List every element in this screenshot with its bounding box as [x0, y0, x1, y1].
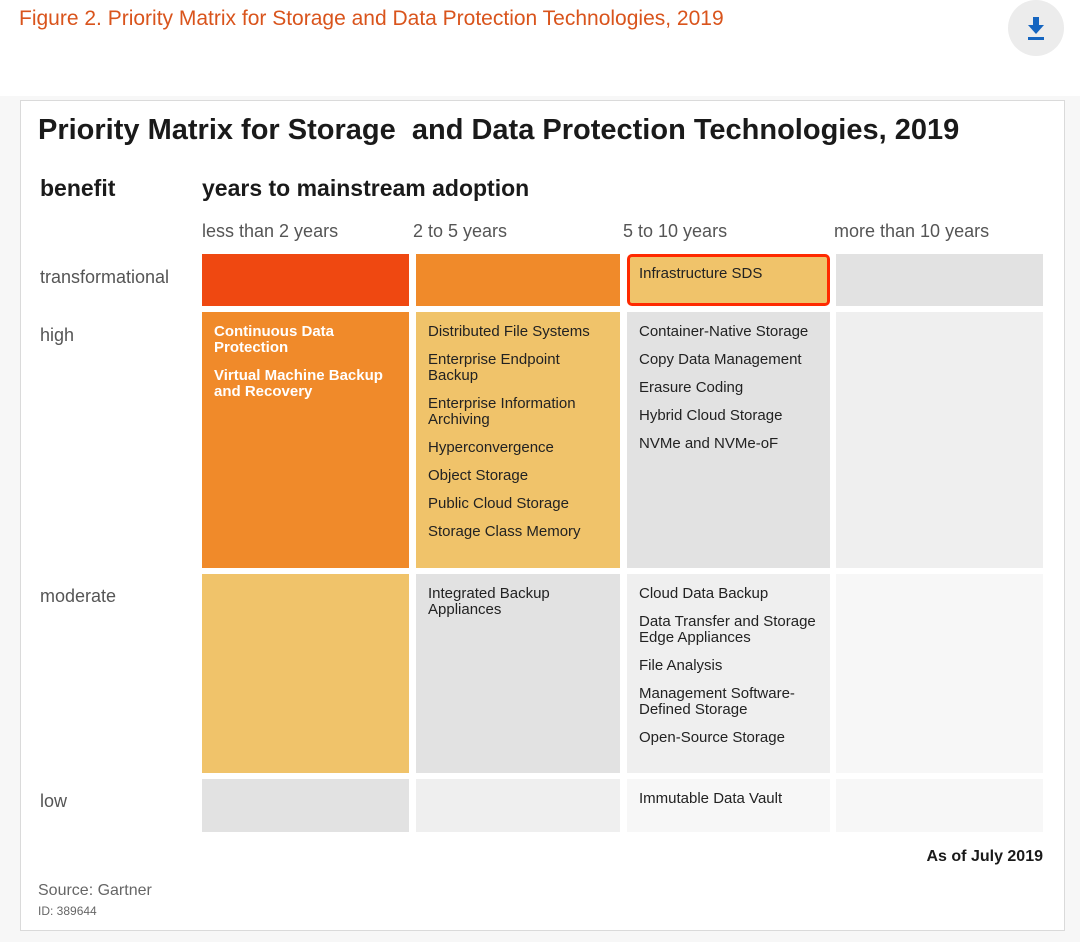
document-id: ID: 389644	[38, 904, 97, 918]
as-of-date: As of July 2019	[926, 848, 1044, 865]
column-header: more than 10 years	[834, 221, 990, 241]
technology-item: Virtual Machine Backup and Recovery	[214, 367, 383, 400]
benefit-axis-label: benefit	[40, 175, 116, 201]
technology-item: Public Cloud Storage	[428, 495, 569, 512]
column-header: 5 to 10 years	[623, 221, 728, 241]
technology-item: Copy Data Management	[639, 351, 802, 368]
technology-item: Enterprise Information Archiving	[428, 395, 576, 428]
technology-item: Distributed File Systems	[428, 323, 590, 340]
matrix-cell-high-3	[836, 312, 1043, 568]
technology-item: Container-Native Storage	[639, 323, 809, 340]
technology-item: Open-Source Storage	[639, 729, 785, 746]
matrix-cell-low-1	[416, 779, 620, 832]
technology-item: Object Storage	[428, 467, 529, 484]
matrix-cell-low-2: Immutable Data Vault	[627, 779, 830, 832]
matrix-title: Priority Matrix for Storage and Data Pro…	[38, 114, 960, 146]
matrix-cell-high-0: Continuous Data Protection Virtual Machin…	[202, 312, 409, 568]
technology-item: Cloud Data Backup	[639, 585, 769, 602]
technology-item: Hyperconvergence	[428, 439, 554, 456]
technology-item: Infrastructure SDS	[639, 265, 763, 282]
figure-title: Figure 2. Priority Matrix for Storage an…	[19, 7, 724, 30]
technology-item: Storage Class Memory	[428, 523, 581, 540]
source-label: Source: Gartner	[38, 882, 152, 899]
technology-item: NVMe and NVMe-oF	[639, 435, 779, 452]
column-header: 2 to 5 years	[413, 221, 508, 241]
row-header: transformational	[40, 267, 170, 287]
matrix-cell-low-0	[202, 779, 409, 832]
matrix-cell-transformational-2: Infrastructure SDS	[627, 254, 830, 306]
adoption-axis-label: years to mainstream adoption	[202, 175, 530, 201]
matrix-cell-moderate-1: Integrated Backup Appliances	[416, 574, 620, 773]
technology-item: Management Software-Defined Storage	[639, 685, 795, 718]
technology-item: Immutable Data Vault	[639, 790, 783, 807]
technology-item: Data Transfer and Storage Edge Appliance…	[639, 613, 816, 646]
matrix-cell-moderate-0	[202, 574, 409, 773]
technology-item: Continuous Data Protection	[214, 323, 334, 356]
matrix-cell-high-2: Container-Native Storage Copy Data Manage…	[627, 312, 830, 568]
matrix-cell-moderate-3	[836, 574, 1043, 773]
matrix-cell-transformational-1	[416, 254, 620, 306]
matrix-cell-transformational-3	[836, 254, 1043, 306]
matrix-cell-transformational-0	[202, 254, 409, 306]
technology-item: Enterprise Endpoint Backup	[428, 351, 560, 384]
download-button[interactable]	[1008, 0, 1064, 56]
matrix-cell-moderate-2: Cloud Data Backup Data Transfer and Stora…	[627, 574, 830, 773]
row-header: moderate	[40, 586, 117, 606]
column-header: less than 2 years	[202, 221, 339, 241]
technology-item: Hybrid Cloud Storage	[639, 407, 783, 424]
row-header: low	[40, 791, 68, 811]
technology-item: Erasure Coding	[639, 379, 744, 396]
matrix-cell-low-3	[836, 779, 1043, 832]
technology-item: Integrated Backup Appliances	[428, 585, 550, 618]
row-header: high	[40, 325, 75, 345]
matrix-cell-high-1: Distributed File Systems Enterprise Endpo…	[416, 312, 620, 568]
technology-item: File Analysis	[639, 657, 723, 674]
